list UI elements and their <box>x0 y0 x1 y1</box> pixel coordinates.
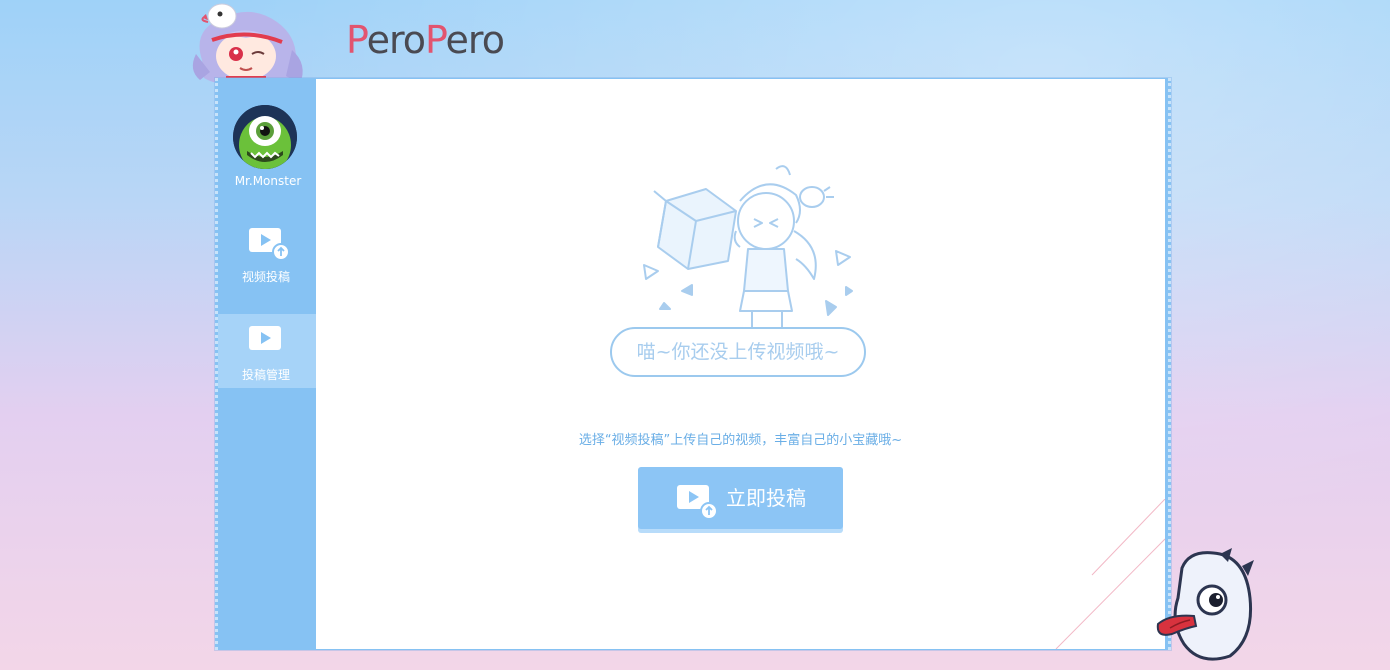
logo-text-ero1: ero <box>366 18 426 62</box>
upload-hint-text: 选择“视频投稿”上传自己的视频，丰富自己的小宝藏哦~ <box>578 433 903 448</box>
username-label: Mr.Monster <box>234 174 302 188</box>
upload-now-label: 立即投稿 <box>726 486 806 510</box>
video-upload-icon <box>249 228 289 261</box>
video-manage-icon <box>249 326 281 350</box>
sidebar-item-label: 视频投稿 <box>241 270 290 284</box>
monster-avatar-icon <box>233 105 297 169</box>
logo-letter-p1: P <box>346 18 368 62</box>
decorative-lines <box>1055 499 1165 649</box>
avatar[interactable] <box>233 105 297 169</box>
video-upload-icon <box>677 485 718 520</box>
empty-state-message: 喵~你还没上传视频哦~ <box>610 327 866 377</box>
content-panel: 喵~你还没上传视频哦~ 选择“视频投稿”上传自己的视频，丰富自己的小宝藏哦~ 立… <box>316 79 1165 649</box>
logo-letter-p2: P <box>424 18 447 62</box>
mascot-girl-illustration <box>192 3 303 86</box>
empty-state-illustration <box>643 165 853 331</box>
sidebar-item-video-manage[interactable]: 投稿管理 <box>218 314 316 388</box>
sidebar-item-label: 投稿管理 <box>241 368 290 382</box>
monster-mascot-illustration <box>1156 548 1254 661</box>
sidebar-item-video-upload[interactable]: 视频投稿 <box>218 216 316 290</box>
peropero-logo[interactable]: PeroPero <box>346 18 505 62</box>
sidebar: Mr.Monster 视频投稿 投稿管理 <box>218 78 316 650</box>
upload-now-button[interactable]: 立即投稿 <box>638 467 843 529</box>
logo-text-ero2: ero <box>445 18 505 62</box>
